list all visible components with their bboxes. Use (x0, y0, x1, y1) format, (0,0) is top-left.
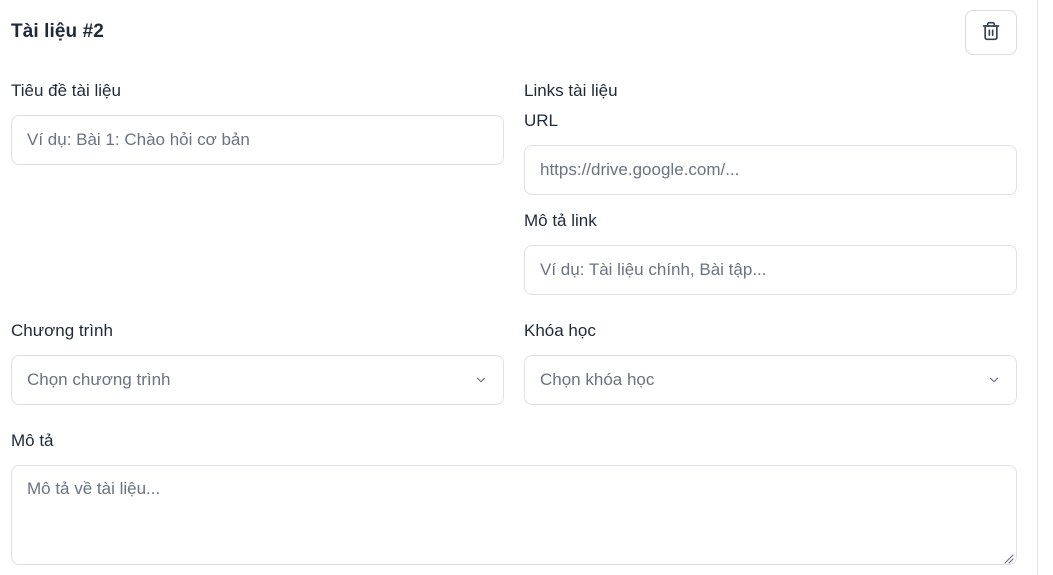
card-title: Tài liệu #2 (11, 21, 104, 42)
description-textarea[interactable] (11, 465, 1017, 565)
course-select[interactable]: Chọn khóa học (524, 355, 1017, 405)
resize-handle-icon[interactable] (1003, 551, 1014, 564)
doc-title-input[interactable] (11, 115, 504, 165)
course-label: Khóa học (524, 321, 596, 340)
program-select[interactable]: Chọn chương trình (11, 355, 504, 405)
doc-title-label: Tiêu đề tài liệu (11, 81, 121, 100)
program-select-value: Chọn chương trình (27, 370, 171, 389)
url-input[interactable] (524, 145, 1017, 195)
document-card: Tài liệu #2 Tiêu đề tài liệu Links tài l… (0, 0, 1053, 575)
delete-document-button[interactable] (965, 10, 1017, 55)
trash-icon (981, 21, 1001, 44)
course-select-value: Chọn khóa học (540, 370, 655, 389)
chevron-down-icon (474, 373, 488, 387)
description-label: Mô tả (11, 431, 54, 450)
card-divider (1037, 0, 1038, 575)
link-description-input[interactable] (524, 245, 1017, 295)
chevron-down-icon (987, 373, 1001, 387)
links-section-label: Links tài liệu (524, 81, 618, 100)
url-label: URL (524, 111, 559, 130)
link-description-label: Mô tả link (524, 211, 597, 230)
program-label: Chương trình (11, 321, 113, 340)
